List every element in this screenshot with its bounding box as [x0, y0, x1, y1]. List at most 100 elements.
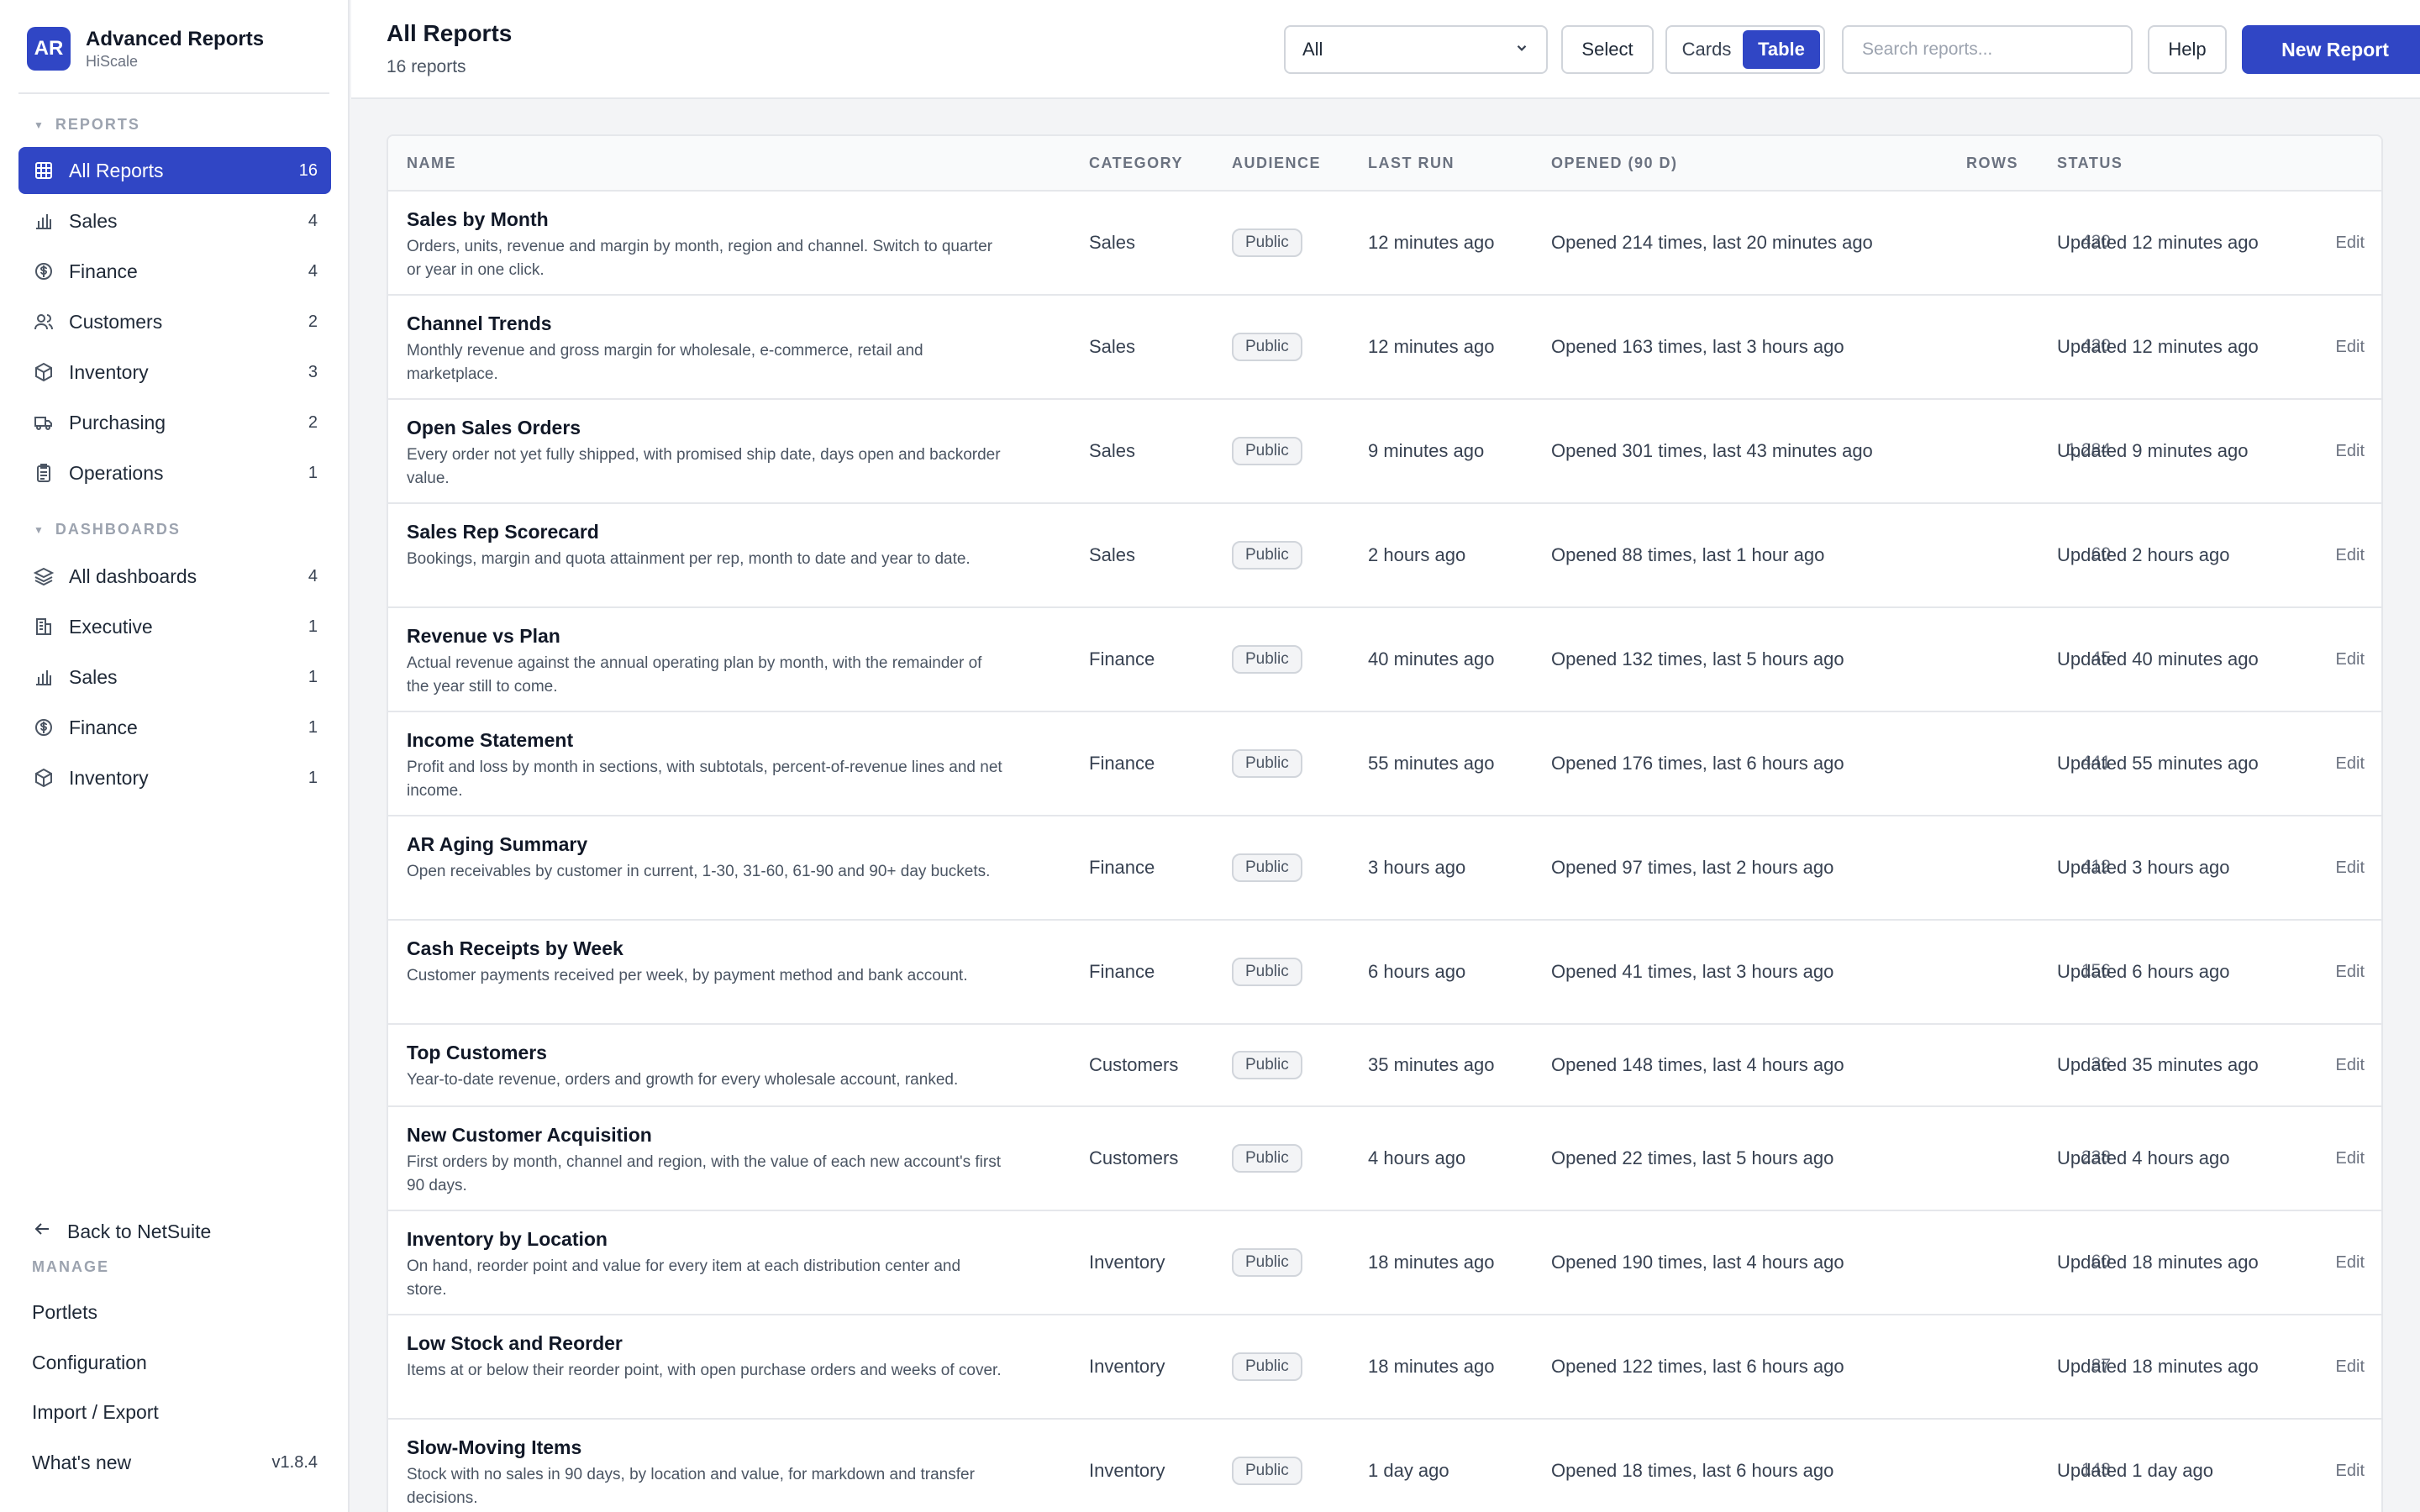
search-input[interactable]: [1842, 25, 2133, 74]
brand[interactable]: AR Advanced Reports HiScale: [27, 27, 264, 71]
status-cell: Updated 12 minutes ago: [2057, 336, 2259, 357]
column-header-last-run[interactable]: LAST RUN: [1368, 155, 1455, 172]
report-name-cell[interactable]: Cash Receipts by Week Customer payments r…: [407, 936, 1003, 988]
sidebar-item-purchasing[interactable]: Purchasing 2: [18, 399, 331, 446]
edit-link[interactable]: Edit: [2336, 963, 2365, 982]
report-title[interactable]: Slow-Moving Items: [407, 1435, 1003, 1460]
report-description: Orders, units, revenue and margin by mon…: [407, 238, 993, 279]
report-title[interactable]: Inventory by Location: [407, 1226, 1003, 1252]
table-row[interactable]: Inventory by Location On hand, reorder po…: [388, 1211, 2381, 1315]
view-cards-button[interactable]: Cards: [1670, 30, 1743, 69]
report-title[interactable]: Low Stock and Reorder: [407, 1331, 1003, 1356]
edit-link[interactable]: Edit: [2336, 1056, 2365, 1075]
edit-link[interactable]: Edit: [2336, 1149, 2365, 1168]
select-button[interactable]: Select: [1561, 25, 1654, 74]
table-row[interactable]: Cash Receipts by Week Customer payments r…: [388, 921, 2381, 1025]
table-row[interactable]: New Customer Acquisition First orders by …: [388, 1107, 2381, 1211]
column-header-opened[interactable]: OPENED (90 D): [1551, 155, 1678, 172]
report-count: 16 reports: [387, 57, 466, 76]
report-title[interactable]: Sales Rep Scorecard: [407, 519, 1003, 544]
report-name-cell[interactable]: Channel Trends Monthly revenue and gross …: [407, 311, 1003, 386]
brand-logo: AR: [27, 27, 71, 71]
sidebar-item-dash-sales[interactable]: Sales 1: [18, 654, 331, 701]
category-filter-select[interactable]: All: [1284, 25, 1548, 74]
edit-link[interactable]: Edit: [2336, 234, 2365, 253]
report-description: Monthly revenue and gross margin for who…: [407, 342, 923, 383]
table-row[interactable]: Channel Trends Monthly revenue and gross …: [388, 296, 2381, 400]
report-name-cell[interactable]: Sales Rep Scorecard Bookings, margin and …: [407, 519, 1003, 571]
report-name-cell[interactable]: Top Customers Year-to-date revenue, order…: [407, 1040, 1003, 1092]
report-title[interactable]: New Customer Acquisition: [407, 1122, 1003, 1147]
view-table-button[interactable]: Table: [1743, 30, 1820, 69]
column-header-category[interactable]: CATEGORY: [1089, 155, 1183, 172]
report-title[interactable]: Revenue vs Plan: [407, 623, 1003, 648]
table-row[interactable]: Low Stock and Reorder Items at or below t…: [388, 1315, 2381, 1420]
report-name-cell[interactable]: Inventory by Location On hand, reorder po…: [407, 1226, 1003, 1302]
report-name-cell[interactable]: Slow-Moving Items Stock with no sales in …: [407, 1435, 1003, 1510]
audience-badge: Public: [1232, 645, 1302, 674]
report-name-cell[interactable]: Revenue vs Plan Actual revenue against th…: [407, 623, 1003, 699]
column-header-name[interactable]: NAME: [407, 155, 456, 172]
report-title[interactable]: Sales by Month: [407, 207, 1003, 232]
report-title[interactable]: Open Sales Orders: [407, 415, 1003, 440]
table-row[interactable]: Slow-Moving Items Stock with no sales in …: [388, 1420, 2381, 1512]
section-toggle-reports[interactable]: ▼ REPORTS: [34, 116, 140, 134]
table-header: NAME CATEGORY AUDIENCE LAST RUN OPENED (…: [388, 136, 2381, 192]
column-header-status[interactable]: STATUS: [2057, 155, 2123, 172]
truck-icon: [32, 411, 55, 434]
status-cell: Updated 12 minutes ago: [2057, 232, 2259, 253]
report-title[interactable]: Income Statement: [407, 727, 1003, 753]
report-title[interactable]: AR Aging Summary: [407, 832, 1003, 857]
help-button[interactable]: Help: [2148, 25, 2227, 74]
manage-item-configuration[interactable]: Configuration: [32, 1344, 318, 1381]
manage-item-whats-new[interactable]: What's new v1.8.4: [32, 1444, 318, 1481]
report-title[interactable]: Channel Trends: [407, 311, 1003, 336]
table-row[interactable]: AR Aging Summary Open receivables by cust…: [388, 816, 2381, 921]
nav-count: 4: [308, 261, 318, 281]
table-row[interactable]: Sales Rep Scorecard Bookings, margin and …: [388, 504, 2381, 608]
edit-link[interactable]: Edit: [2336, 1462, 2365, 1481]
report-name-cell[interactable]: Low Stock and Reorder Items at or below t…: [407, 1331, 1003, 1383]
table-row[interactable]: Revenue vs Plan Actual revenue against th…: [388, 608, 2381, 712]
edit-link[interactable]: Edit: [2336, 546, 2365, 565]
sidebar-item-operations[interactable]: Operations 1: [18, 449, 331, 496]
report-name-cell[interactable]: Sales by Month Orders, units, revenue and…: [407, 207, 1003, 282]
sidebar-item-dash-inventory[interactable]: Inventory 1: [18, 754, 331, 801]
sidebar-item-finance[interactable]: Finance 4: [18, 248, 331, 295]
sidebar-item-inventory[interactable]: Inventory 3: [18, 349, 331, 396]
report-name-cell[interactable]: Income Statement Profit and loss by month…: [407, 727, 1003, 803]
new-report-button[interactable]: New Report: [2242, 25, 2420, 74]
table-row[interactable]: Sales by Month Orders, units, revenue and…: [388, 192, 2381, 296]
sidebar-item-sales[interactable]: Sales 4: [18, 197, 331, 244]
edit-link[interactable]: Edit: [2336, 1253, 2365, 1273]
nav-label: Operations: [69, 461, 164, 484]
edit-link[interactable]: Edit: [2336, 338, 2365, 357]
report-name-cell[interactable]: New Customer Acquisition First orders by …: [407, 1122, 1003, 1198]
sidebar-item-all-dashboards[interactable]: All dashboards 4: [18, 553, 331, 600]
table-row[interactable]: Income Statement Profit and loss by month…: [388, 712, 2381, 816]
sidebar-item-customers[interactable]: Customers 2: [18, 298, 331, 345]
report-name-cell[interactable]: Open Sales Orders Every order not yet ful…: [407, 415, 1003, 491]
manage-item-import-export[interactable]: Import / Export: [32, 1394, 318, 1431]
users-icon: [32, 310, 55, 333]
report-name-cell[interactable]: AR Aging Summary Open receivables by cust…: [407, 832, 1003, 884]
section-toggle-dashboards[interactable]: ▼ DASHBOARDS: [34, 521, 181, 538]
sidebar-item-executive[interactable]: Executive 1: [18, 603, 331, 650]
column-header-audience[interactable]: AUDIENCE: [1232, 155, 1321, 172]
edit-link[interactable]: Edit: [2336, 858, 2365, 878]
table-row[interactable]: Open Sales Orders Every order not yet ful…: [388, 400, 2381, 504]
report-title[interactable]: Cash Receipts by Week: [407, 936, 1003, 961]
sidebar-item-dash-finance[interactable]: Finance 1: [18, 704, 331, 751]
edit-link[interactable]: Edit: [2336, 442, 2365, 461]
table-row[interactable]: Top Customers Year-to-date revenue, order…: [388, 1025, 2381, 1107]
report-title[interactable]: Top Customers: [407, 1040, 1003, 1065]
edit-link[interactable]: Edit: [2336, 650, 2365, 669]
sidebar-item-all-reports[interactable]: All Reports 16: [18, 147, 331, 194]
back-to-netsuite-link[interactable]: Back to NetSuite: [32, 1215, 211, 1248]
manage-item-portlets[interactable]: Portlets: [32, 1294, 318, 1331]
column-header-rows[interactable]: ROWS: [1966, 155, 2018, 172]
report-description: Open receivables by customer in current,…: [407, 863, 991, 880]
edit-link[interactable]: Edit: [2336, 1357, 2365, 1377]
nav-label: Sales: [69, 209, 118, 232]
edit-link[interactable]: Edit: [2336, 754, 2365, 774]
